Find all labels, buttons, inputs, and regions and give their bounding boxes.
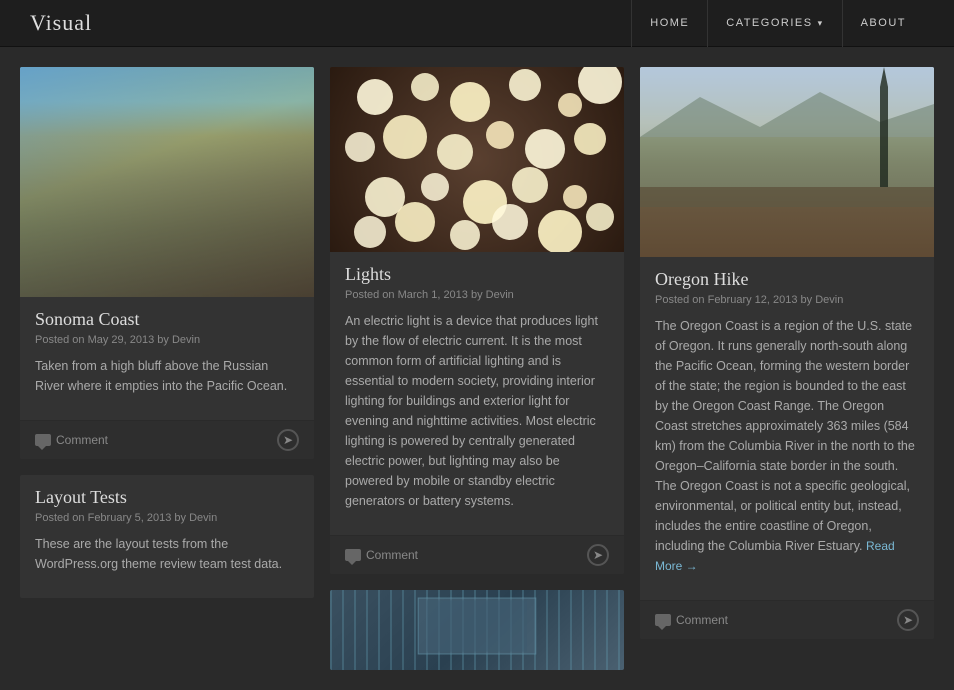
- lights-body: Lights Posted on March 1, 2013 by Devin …: [330, 252, 624, 535]
- lights-svg: [330, 67, 624, 252]
- lights-meta: Posted on March 1, 2013 by Devin: [345, 289, 609, 301]
- oregon-arrow-button[interactable]: ➤: [897, 609, 919, 631]
- post-oregon-hike: Oregon Hike Posted on February 12, 2013 …: [640, 67, 934, 639]
- comment-icon: [655, 614, 671, 626]
- layout-tests-meta: Posted on February 5, 2013 by Devin: [35, 512, 299, 524]
- sonoma-coast-image: [20, 67, 314, 297]
- oregon-hike-excerpt: The Oregon Coast is a region of the U.S.…: [655, 316, 919, 576]
- lights-comment-label: Comment: [366, 548, 418, 562]
- comment-icon: [35, 434, 51, 446]
- nav-about[interactable]: About: [842, 0, 924, 47]
- oregon-hike-body: Oregon Hike Posted on February 12, 2013 …: [640, 257, 934, 600]
- sonoma-comment-link[interactable]: Comment: [35, 433, 108, 447]
- sonoma-coast-footer: Comment ➤: [20, 420, 314, 459]
- lights-arrow-button[interactable]: ➤: [587, 544, 609, 566]
- post-layout-tests: Layout Tests Posted on February 5, 2013 …: [20, 475, 314, 598]
- lights-title: Lights: [345, 264, 609, 285]
- oregon-hike-footer: Comment ➤: [640, 600, 934, 639]
- nav-home[interactable]: Home: [631, 0, 707, 47]
- site-header: Visual Home Categories ▾ About: [0, 0, 954, 47]
- comment-icon: [345, 549, 361, 561]
- sonoma-coast-meta: Posted on May 29, 2013 by Devin: [35, 334, 299, 346]
- layout-tests-excerpt: These are the layout tests from the Word…: [35, 534, 299, 574]
- oregon-hike-title: Oregon Hike: [655, 269, 919, 290]
- post-bottom-image: [330, 590, 624, 670]
- oregon-hike-meta: Posted on February 12, 2013 by Devin: [655, 294, 919, 306]
- nav-categories[interactable]: Categories ▾: [707, 0, 841, 47]
- lights-comment-link[interactable]: Comment: [345, 548, 418, 562]
- sonoma-comment-label: Comment: [56, 433, 108, 447]
- main-nav: Home Categories ▾ About: [631, 0, 924, 46]
- oregon-comment-label: Comment: [676, 613, 728, 627]
- sonoma-arrow-button[interactable]: ➤: [277, 429, 299, 451]
- bottom-post-image: [330, 590, 624, 670]
- oregon-read-more[interactable]: Read More →: [655, 539, 895, 573]
- column-2: Lights Posted on March 1, 2013 by Devin …: [330, 67, 624, 670]
- layout-tests-body: Layout Tests Posted on February 5, 2013 …: [20, 475, 314, 598]
- sonoma-coast-title: Sonoma Coast: [35, 309, 299, 330]
- oregon-comment-link[interactable]: Comment: [655, 613, 728, 627]
- post-sonoma-coast: Sonoma Coast Posted on May 29, 2013 by D…: [20, 67, 314, 459]
- sonoma-coast-excerpt: Taken from a high bluff above the Russia…: [35, 356, 299, 396]
- sonoma-coast-body: Sonoma Coast Posted on May 29, 2013 by D…: [20, 297, 314, 420]
- column-3: Oregon Hike Posted on February 12, 2013 …: [640, 67, 934, 639]
- posts-grid: Sonoma Coast Posted on May 29, 2013 by D…: [0, 47, 954, 690]
- lights-excerpt: An electric light is a device that produ…: [345, 311, 609, 511]
- lights-footer: Comment ➤: [330, 535, 624, 574]
- column-1: Sonoma Coast Posted on May 29, 2013 by D…: [20, 67, 314, 598]
- oregon-hike-image: [640, 67, 934, 257]
- lights-image: [330, 67, 624, 252]
- oregon-svg: [640, 67, 934, 257]
- bottom-svg: [330, 590, 624, 670]
- layout-tests-title: Layout Tests: [35, 487, 299, 508]
- site-title: Visual: [30, 10, 92, 36]
- post-lights: Lights Posted on March 1, 2013 by Devin …: [330, 67, 624, 574]
- chevron-down-icon: ▾: [818, 18, 824, 29]
